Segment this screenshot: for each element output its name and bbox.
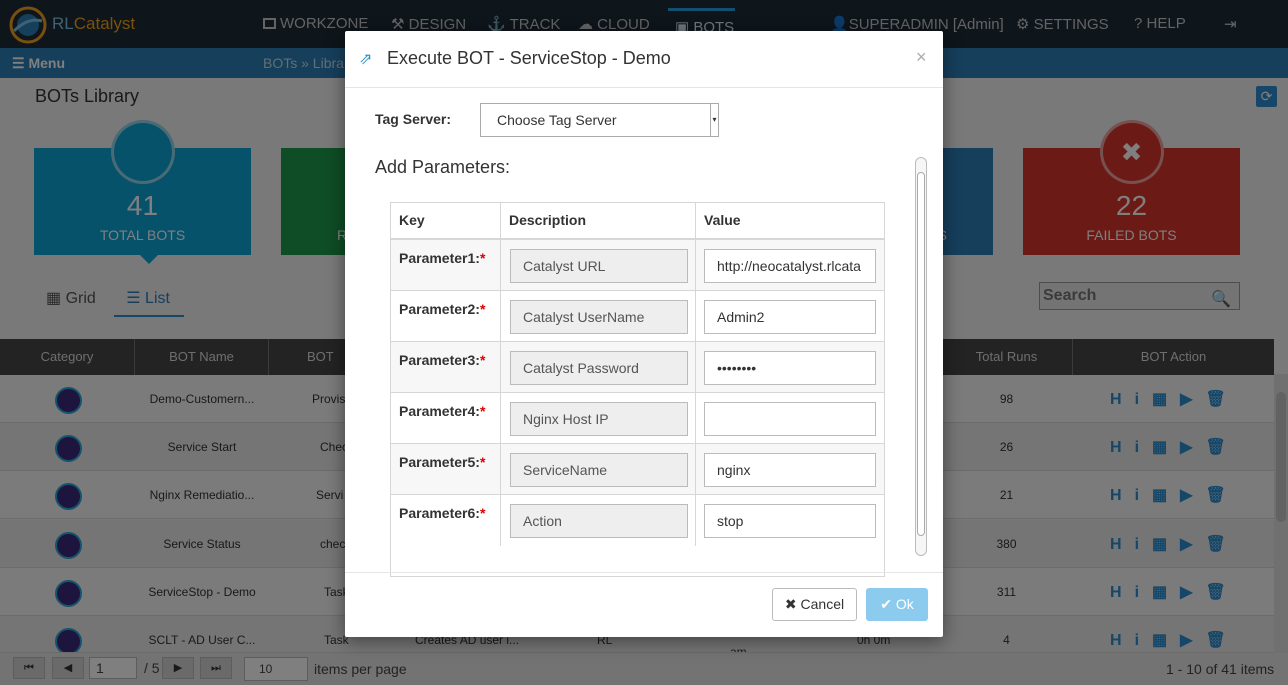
parameter-row: Parameter2:* Catalyst UserName Admin2 <box>391 291 884 342</box>
parameter-value-input[interactable] <box>704 402 876 436</box>
parameter-value-input[interactable]: nginx <box>704 453 876 487</box>
close-icon: ✖ <box>784 596 801 612</box>
cancel-button[interactable]: ✖ Cancel <box>772 588 857 621</box>
parameter-row: Parameter1:* Catalyst URL http://neocata… <box>391 240 884 291</box>
parameters-scrollbar[interactable] <box>915 157 927 556</box>
parameter-description: Nginx Host IP <box>510 402 688 436</box>
chevron-down-icon: ▾ <box>710 104 718 136</box>
parameter-row: Parameter3:* Catalyst Password •••••••• <box>391 342 884 393</box>
parameter-description: Catalyst UserName <box>510 300 688 334</box>
external-link-icon: ⇗ <box>359 51 373 68</box>
parameters-table: Key Description Value Parameter1:* Catal… <box>390 202 885 577</box>
close-icon[interactable]: × <box>916 47 927 68</box>
check-icon: ✔ <box>880 596 896 612</box>
modal-header: ⇗ Execute BOT - ServiceStop - Demo × <box>345 31 943 88</box>
parameter-value-input[interactable]: stop <box>704 504 876 538</box>
parameter-value-input[interactable]: http://neocatalyst.rlcata <box>704 249 876 283</box>
parameter-key: Parameter3:* <box>399 352 486 368</box>
col-value: Value <box>696 203 884 240</box>
modal-footer-divider <box>345 572 943 573</box>
parameter-key: Parameter4:* <box>399 403 486 419</box>
tag-server-select[interactable]: Choose Tag Server ▾ <box>480 103 719 137</box>
parameter-key: Parameter2:* <box>399 301 486 317</box>
scrollbar-thumb[interactable] <box>917 172 925 536</box>
modal-title: Execute BOT - ServiceStop - Demo <box>387 48 671 68</box>
parameter-value-input[interactable]: Admin2 <box>704 300 876 334</box>
ok-button[interactable]: ✔ Ok <box>866 588 928 621</box>
parameter-row: Parameter4:* Nginx Host IP <box>391 393 884 444</box>
parameter-description: Catalyst URL <box>510 249 688 283</box>
parameter-row: Parameter5:* ServiceName nginx <box>391 444 884 495</box>
tag-server-label: Tag Server: <box>375 111 451 127</box>
parameter-key: Parameter5:* <box>399 454 486 470</box>
add-parameters-heading: Add Parameters: <box>375 157 511 177</box>
parameter-description: ServiceName <box>510 453 688 487</box>
col-description: Description <box>501 203 696 240</box>
parameter-key: Parameter6:* <box>399 505 486 521</box>
parameter-value-input[interactable]: •••••••• <box>704 351 876 385</box>
parameter-description: Catalyst Password <box>510 351 688 385</box>
parameter-description: Action <box>510 504 688 538</box>
col-key: Key <box>391 203 501 240</box>
execute-bot-modal: ⇗ Execute BOT - ServiceStop - Demo × Tag… <box>345 31 943 637</box>
parameter-row: Parameter6:* Action stop <box>391 495 884 546</box>
parameter-key: Parameter1:* <box>399 250 486 266</box>
